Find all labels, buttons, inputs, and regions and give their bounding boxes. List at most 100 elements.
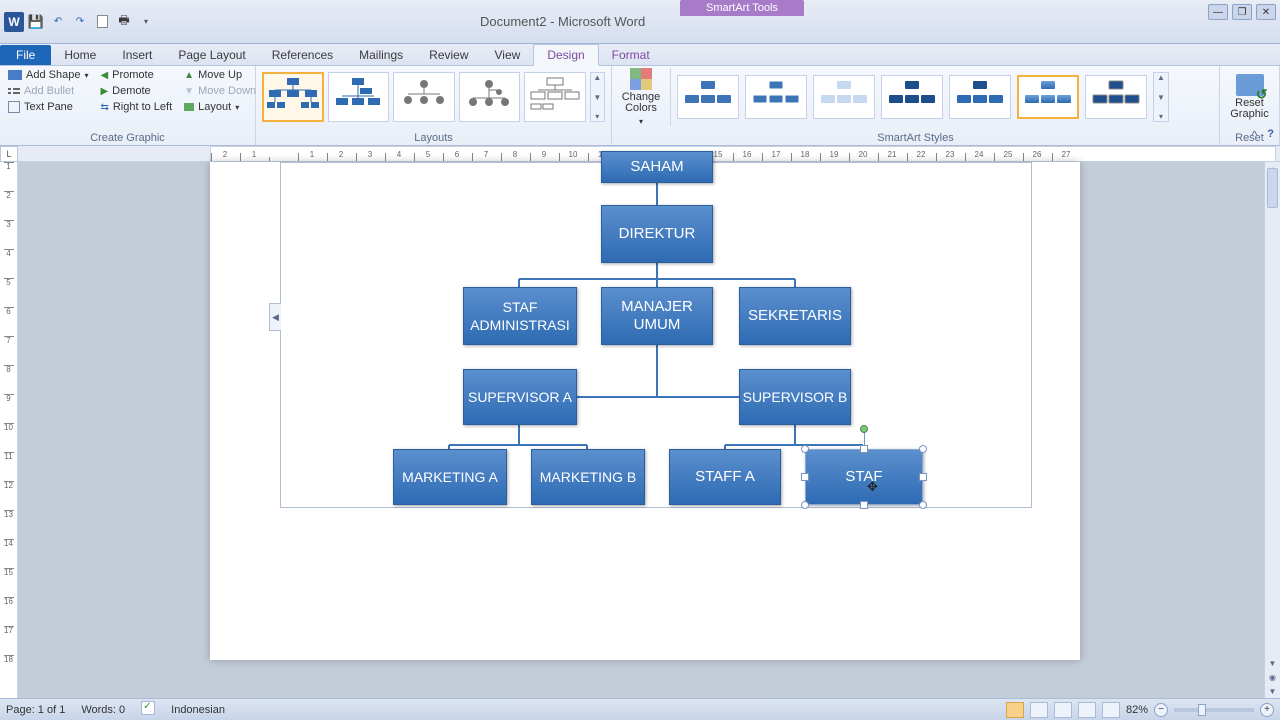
proofing-icon [141,701,155,715]
print-preview-button[interactable]: 🖶 [114,12,134,32]
layout-thumb-5[interactable] [524,72,586,122]
tab-insert[interactable]: Insert [109,45,165,65]
collapse-ribbon-button[interactable]: ^ [1252,128,1258,142]
tab-format[interactable]: Format [599,45,663,65]
zoom-in-button[interactable]: + [1260,703,1274,717]
window-controls: — ❐ ✕ [1208,4,1276,20]
node-staff-b[interactable]: STAF [805,449,923,505]
undo-button[interactable]: ↶ [48,12,68,32]
node-top-clipped[interactable]: SAHAM [601,151,713,183]
tab-mailings[interactable]: Mailings [346,45,416,65]
smartart-canvas[interactable]: ◀ [280,162,1032,508]
node-supervisor-b[interactable]: SUPERVISOR B [739,369,851,425]
view-web-layout-button[interactable] [1054,702,1072,718]
resize-handle-se[interactable] [919,501,927,509]
view-print-layout-button[interactable] [1006,702,1024,718]
style-thumb-5[interactable] [949,75,1011,119]
save-button[interactable]: 💾 [26,12,46,32]
smartart-text-pane-toggle[interactable]: ◀ [269,303,281,331]
horizontal-ruler[interactable]: 2112345678910111213141516171819202122232… [210,146,1276,162]
text-pane-button[interactable]: Text Pane [6,100,90,114]
view-outline-button[interactable] [1078,702,1096,718]
style-thumb-1[interactable] [677,75,739,119]
zoom-slider[interactable] [1174,708,1254,712]
layout-thumb-2[interactable] [328,72,390,122]
add-shape-button[interactable]: Add Shape ▾ [6,68,90,82]
tab-design[interactable]: Design [533,44,598,66]
promote-button[interactable]: ◀Promote [98,68,174,82]
demote-button[interactable]: ▶Demote [98,84,174,98]
node-staf-administrasi[interactable]: STAF ADMINISTRASI [463,287,577,345]
resize-handle-ne[interactable] [919,445,927,453]
status-words[interactable]: Words: 0 [81,704,125,716]
view-draft-button[interactable] [1102,702,1120,718]
resize-handle-n[interactable] [860,445,868,453]
node-staff-b-selected-wrapper[interactable]: STAF ✥ [805,449,923,505]
qat-customize-button[interactable]: ▾ [136,12,156,32]
vertical-ruler[interactable]: 123456789101112131415161718 [0,162,18,698]
style-thumb-7[interactable] [1085,75,1147,119]
tab-page-layout[interactable]: Page Layout [165,45,258,65]
rotation-handle[interactable] [860,425,868,433]
style-thumb-4[interactable] [881,75,943,119]
tab-home[interactable]: Home [51,45,109,65]
status-bar: Page: 1 of 1 Words: 0 Indonesian 82% − + [0,698,1280,720]
right-to-left-button[interactable]: ⇆Right to Left [98,100,174,114]
layout-thumb-3[interactable] [393,72,455,122]
tab-file[interactable]: File [0,45,51,65]
style-thumb-3[interactable] [813,75,875,119]
node-staff-a[interactable]: STAFF A [669,449,781,505]
resize-handle-w[interactable] [801,473,809,481]
vertical-scrollbar[interactable]: ▲ ▼ ◉ ▼ [1264,162,1280,698]
scroll-down-icon[interactable]: ▼ [1265,656,1280,670]
scroll-thumb[interactable] [1267,168,1278,208]
close-button[interactable]: ✕ [1256,4,1276,20]
add-bullet-button: Add Bullet [6,84,90,98]
ruler-corner[interactable]: L [0,146,18,162]
ribbon-group-create-graphic: Add Shape ▾ Add Bullet Text Pane ◀Promot… [0,66,256,145]
node-supervisor-a[interactable]: SUPERVISOR A [463,369,577,425]
change-colors-button[interactable]: Change Colors▾ [618,68,664,127]
layout-thumb-1[interactable] [262,72,324,122]
group-label-create-graphic: Create Graphic [6,132,249,145]
resize-handle-nw[interactable] [801,445,809,453]
zoom-out-button[interactable]: − [1154,703,1168,717]
node-direktur[interactable]: DIREKTUR [601,205,713,263]
next-page-icon[interactable]: ▼ [1265,684,1280,698]
prev-page-icon[interactable]: ◉ [1265,670,1280,684]
node-sekretaris[interactable]: SEKRETARIS [739,287,851,345]
help-button[interactable]: ? [1267,128,1274,142]
view-full-screen-button[interactable] [1030,702,1048,718]
node-marketing-b[interactable]: MARKETING B [531,449,645,505]
resize-handle-s[interactable] [860,501,868,509]
minimize-button[interactable]: — [1208,4,1228,20]
style-thumb-2[interactable] [745,75,807,119]
style-thumb-6[interactable] [1017,75,1079,119]
word-app-icon[interactable]: W [4,12,24,32]
ribbon-tabs: File Home Insert Page Layout References … [0,44,1280,66]
status-page[interactable]: Page: 1 of 1 [6,704,65,716]
status-proofing[interactable] [141,701,155,718]
reset-graphic-button[interactable]: Reset Graphic [1226,68,1273,126]
move-up-button[interactable]: ▲Move Up [182,68,258,82]
layout-button[interactable]: Layout ▾ [182,100,258,114]
restore-button[interactable]: ❐ [1232,4,1252,20]
tab-review[interactable]: Review [416,45,481,65]
tab-view[interactable]: View [482,45,534,65]
node-marketing-a[interactable]: MARKETING A [393,449,507,505]
zoom-level[interactable]: 82% [1126,704,1148,716]
styles-gallery-scroll[interactable]: ▲▼▾ [1153,72,1169,122]
document-page[interactable]: ◀ [210,162,1080,660]
tab-references[interactable]: References [259,45,346,65]
page-scroll-area: ◀ [18,162,1280,698]
node-manajer-umum[interactable]: MANAJER UMUM [601,287,713,345]
new-doc-button[interactable] [92,12,112,32]
layouts-gallery-scroll[interactable]: ▲▼▾ [590,72,605,122]
redo-button[interactable]: ↷ [70,12,90,32]
resize-handle-e[interactable] [919,473,927,481]
status-language[interactable]: Indonesian [171,704,225,716]
layout-thumb-4[interactable] [459,72,521,122]
resize-handle-sw[interactable] [801,501,809,509]
document-area: 123456789101112131415161718 ◀ [0,162,1280,698]
zoom-slider-thumb[interactable] [1198,704,1206,716]
